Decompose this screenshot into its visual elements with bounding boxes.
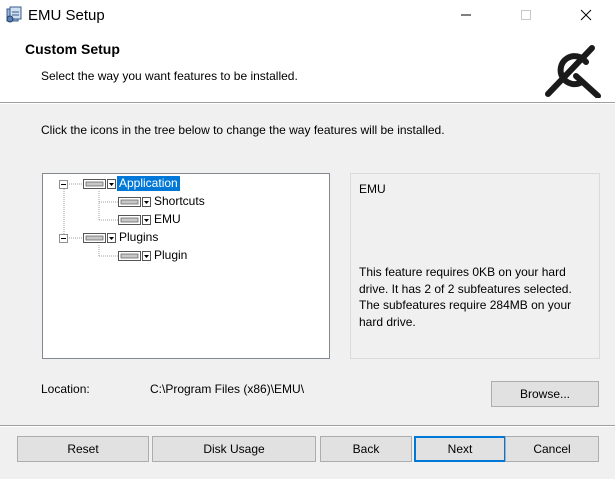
tree-node-emu[interactable]: EMU xyxy=(152,212,183,227)
disk-usage-button[interactable]: Disk Usage xyxy=(152,436,316,462)
maximize-button xyxy=(503,0,549,30)
feature-install-dropdown-icon[interactable] xyxy=(118,213,155,227)
location-label: Location: xyxy=(41,382,90,396)
back-button[interactable]: Back xyxy=(320,436,412,462)
footer-divider-highlight xyxy=(0,426,615,427)
close-button[interactable] xyxy=(563,0,609,30)
next-button[interactable]: Next xyxy=(414,436,506,462)
feature-description-title: EMU xyxy=(359,182,386,196)
emu-logo-icon xyxy=(545,45,601,98)
feature-install-dropdown-icon[interactable] xyxy=(83,177,120,191)
location-path: C:\Program Files (x86)\EMU\ xyxy=(150,382,305,396)
tree-node-plugins[interactable]: Plugins xyxy=(117,230,160,245)
window-title: EMU Setup xyxy=(28,7,105,24)
close-icon xyxy=(580,9,592,21)
tree-collapse-plugins[interactable] xyxy=(59,234,68,243)
feature-tree[interactable]: Application Shortcuts EMU Plugins Plugin xyxy=(42,173,330,359)
feature-install-dropdown-icon[interactable] xyxy=(118,195,155,209)
title-bar: EMU Setup xyxy=(0,0,615,30)
reset-button[interactable]: Reset xyxy=(17,436,149,462)
tree-node-plugin[interactable]: Plugin xyxy=(152,248,189,263)
browse-button[interactable]: Browse... xyxy=(491,381,599,407)
feature-description-text: This feature requires 0KB on your hard d… xyxy=(359,265,572,329)
header-divider xyxy=(0,103,615,104)
tree-node-shortcuts[interactable]: Shortcuts xyxy=(152,194,207,209)
page-title: Custom Setup xyxy=(25,41,120,57)
maximize-icon xyxy=(521,10,531,20)
minimize-button[interactable] xyxy=(443,0,489,30)
minimize-icon xyxy=(461,14,471,16)
installer-app-icon xyxy=(6,6,22,23)
header-banner: Custom Setup Select the way you want fea… xyxy=(0,30,615,103)
tree-node-application[interactable]: Application xyxy=(117,176,180,191)
tree-collapse-application[interactable] xyxy=(59,180,68,189)
feature-description-panel: EMU This feature requires 0KB on your ha… xyxy=(350,173,600,359)
cancel-button[interactable]: Cancel xyxy=(505,436,599,462)
feature-install-dropdown-icon[interactable] xyxy=(83,231,120,245)
page-subtitle: Select the way you want features to be i… xyxy=(41,69,298,83)
feature-install-dropdown-icon[interactable] xyxy=(118,249,155,263)
tree-instruction: Click the icons in the tree below to cha… xyxy=(41,123,445,137)
